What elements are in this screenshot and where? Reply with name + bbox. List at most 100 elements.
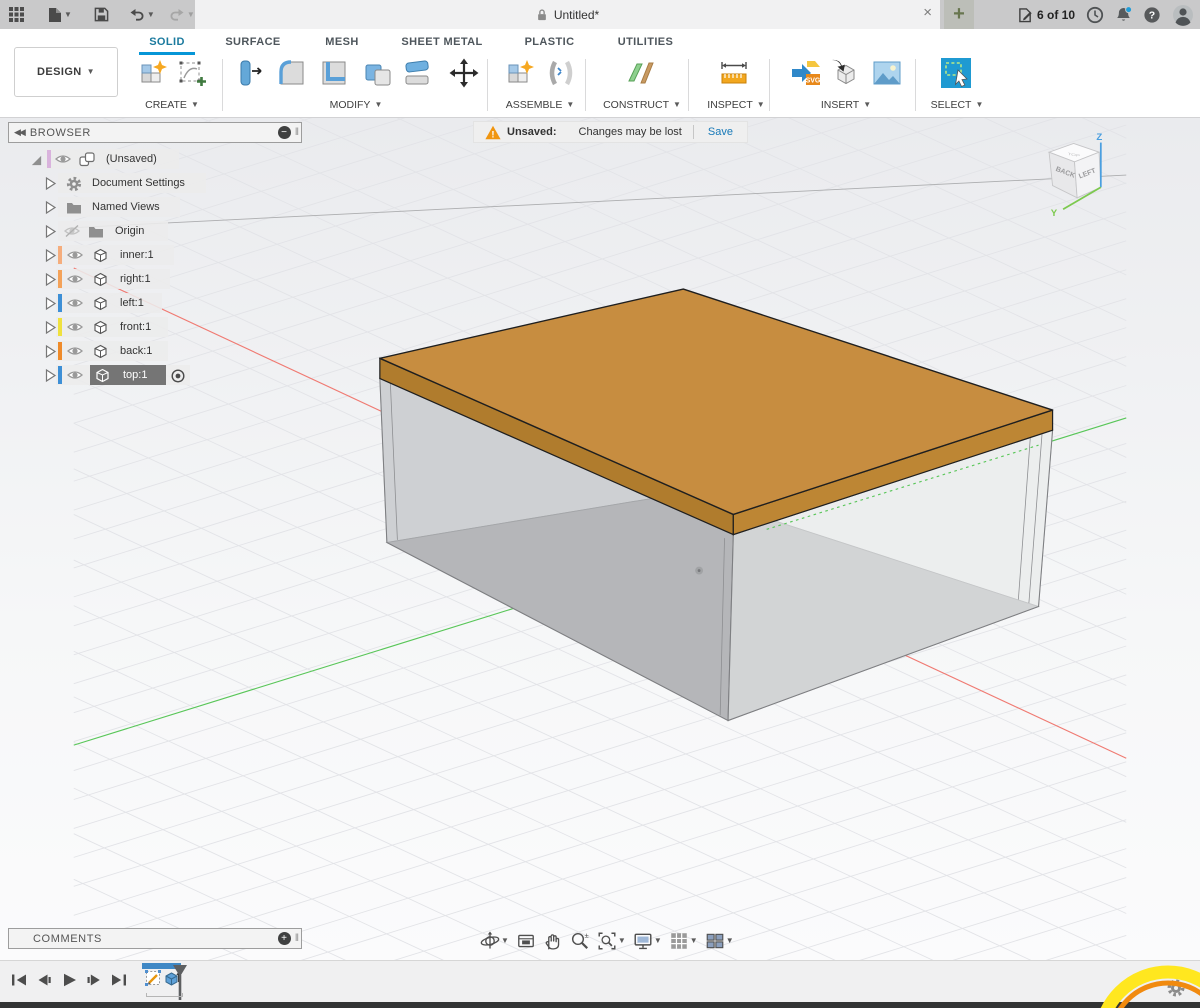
orbit-button[interactable]: ▼ (478, 931, 511, 951)
version-indicator[interactable]: 6 of 10 (1018, 7, 1075, 23)
save-button[interactable] (89, 3, 114, 27)
file-menu-button[interactable]: ▼ (43, 3, 77, 27)
job-status-button[interactable] (1086, 6, 1104, 24)
browser-item-right[interactable]: right:1 (8, 268, 302, 292)
construct-plane-button[interactable] (625, 57, 657, 89)
notifications-button[interactable] (1115, 6, 1132, 24)
move-copy-button[interactable] (448, 57, 480, 89)
construct-group-label[interactable]: CONSTRUCT▼ (587, 99, 697, 111)
create-sketch-button[interactable] (176, 57, 208, 89)
browser-item-label[interactable]: Document Settings (92, 177, 185, 189)
close-tab-icon[interactable]: × (923, 5, 932, 20)
eye-icon[interactable] (67, 344, 83, 358)
minimize-panel-icon[interactable]: − (278, 126, 291, 139)
expand-arrow-icon[interactable] (44, 296, 57, 311)
browser-item-left[interactable]: left:1 (8, 292, 302, 316)
expand-arrow-icon[interactable] (44, 200, 57, 215)
browser-item-document-settings[interactable]: Document Settings (8, 172, 302, 196)
insert-group-label[interactable]: INSERT▼ (796, 99, 896, 111)
app-launcher-button[interactable] (4, 3, 29, 27)
expand-arrow-icon[interactable] (44, 272, 57, 287)
browser-item-label[interactable]: Origin (115, 225, 144, 237)
shell-button[interactable] (318, 57, 350, 89)
go-to-end-button[interactable] (110, 973, 128, 987)
insert-canvas-button[interactable] (871, 57, 903, 89)
browser-item-label[interactable]: inner:1 (120, 249, 154, 261)
panel-grip-icon[interactable]: ‖ (295, 933, 298, 944)
grid-snaps-button[interactable]: ▼ (667, 931, 700, 951)
tab-sheet-metal[interactable]: SHEET METAL (396, 36, 488, 54)
add-comment-icon[interactable]: + (278, 932, 291, 945)
browser-item-label[interactable]: top:1 (123, 369, 147, 381)
insert-mesh-button[interactable] (829, 57, 861, 89)
fillet-button[interactable] (276, 57, 308, 89)
browser-item-inner[interactable]: inner:1 (8, 244, 302, 268)
step-forward-button[interactable] (85, 973, 103, 987)
browser-item-label[interactable]: right:1 (120, 273, 151, 285)
eye-icon[interactable] (67, 368, 83, 382)
joint-button[interactable] (545, 57, 577, 89)
new-tab-button[interactable]: + (944, 0, 974, 29)
select-button[interactable] (940, 57, 972, 89)
activate-component-radio-icon[interactable] (170, 368, 186, 384)
modify-group-label[interactable]: MODIFY▼ (306, 99, 406, 111)
browser-item-label[interactable]: back:1 (120, 345, 152, 357)
expand-arrow-icon[interactable] (44, 368, 57, 383)
display-settings-button[interactable]: ▼ (631, 931, 664, 951)
timeline-sketch-feature[interactable] (145, 970, 162, 987)
browser-item-origin[interactable]: Origin (8, 220, 302, 244)
tab-mesh[interactable]: MESH (317, 36, 367, 54)
eye-hidden-icon[interactable] (64, 224, 80, 238)
split-body-button[interactable] (401, 57, 433, 89)
browser-item-unsaved[interactable]: (Unsaved) (8, 148, 302, 172)
measure-button[interactable] (718, 57, 750, 89)
browser-panel-header[interactable]: ◀◀ BROWSER − ‖ (8, 122, 302, 143)
browser-item-label[interactable]: (Unsaved) (106, 153, 157, 165)
eye-icon[interactable] (67, 248, 83, 262)
workspace-selector[interactable]: DESIGN ▼ (14, 47, 118, 97)
help-button[interactable]: ? (1143, 6, 1161, 24)
viewport[interactable]: BACK LEFT TOP Z Y ! Unsaved: Changes may… (0, 118, 1200, 960)
expand-arrow-icon[interactable] (44, 176, 57, 191)
browser-item-label[interactable]: left:1 (120, 297, 144, 309)
zoom-button[interactable]: ± (568, 931, 592, 951)
eye-icon[interactable] (67, 296, 83, 310)
tab-surface[interactable]: SURFACE (216, 36, 290, 54)
viewports-button[interactable]: ▼ (703, 931, 736, 951)
assemble-group-label[interactable]: ASSEMBLE▼ (485, 99, 595, 111)
browser-item-named-views[interactable]: Named Views (8, 196, 302, 220)
collapse-panel-icon[interactable]: ◀◀ (14, 127, 24, 138)
eye-icon[interactable] (67, 320, 83, 334)
go-to-start-button[interactable] (10, 973, 28, 987)
select-group-label[interactable]: SELECT▼ (907, 99, 1007, 111)
browser-item-back[interactable]: back:1 (8, 340, 302, 364)
tab-plastic[interactable]: PLASTIC (515, 36, 584, 54)
create-group-label[interactable]: CREATE▼ (127, 99, 217, 111)
expand-arrow-icon[interactable] (44, 248, 57, 263)
model[interactable] (380, 289, 1053, 721)
play-button[interactable] (60, 973, 78, 987)
pan-button[interactable] (541, 931, 565, 951)
fit-button[interactable]: ▼ (595, 931, 628, 951)
browser-item-label[interactable]: front:1 (120, 321, 151, 333)
inspect-group-label[interactable]: INSPECT▼ (686, 99, 786, 111)
comments-panel-header[interactable]: COMMENTS + ‖ (8, 928, 302, 949)
insert-svg-button[interactable]: SVG (790, 57, 822, 89)
expand-arrow-icon[interactable] (44, 224, 57, 239)
step-back-button[interactable] (35, 973, 53, 987)
account-button[interactable] (1172, 4, 1194, 26)
create-form-button[interactable] (137, 57, 169, 89)
eye-icon[interactable] (67, 272, 83, 286)
eye-icon[interactable] (55, 152, 71, 166)
document-tab[interactable]: Untitled* × (195, 0, 940, 29)
tab-utilities[interactable]: UTILITIES (609, 36, 682, 54)
expand-arrow-icon[interactable] (44, 320, 57, 335)
panel-grip-icon[interactable]: ‖ (295, 127, 298, 138)
look-at-button[interactable] (514, 931, 538, 951)
browser-item-front[interactable]: front:1 (8, 316, 302, 340)
browser-item-top[interactable]: top:1 (8, 364, 302, 388)
browser-item-label[interactable]: Named Views (92, 201, 160, 213)
combine-button[interactable] (362, 57, 394, 89)
expanded-arrow-icon[interactable] (30, 154, 43, 167)
banner-save-button[interactable]: Save (694, 126, 747, 138)
